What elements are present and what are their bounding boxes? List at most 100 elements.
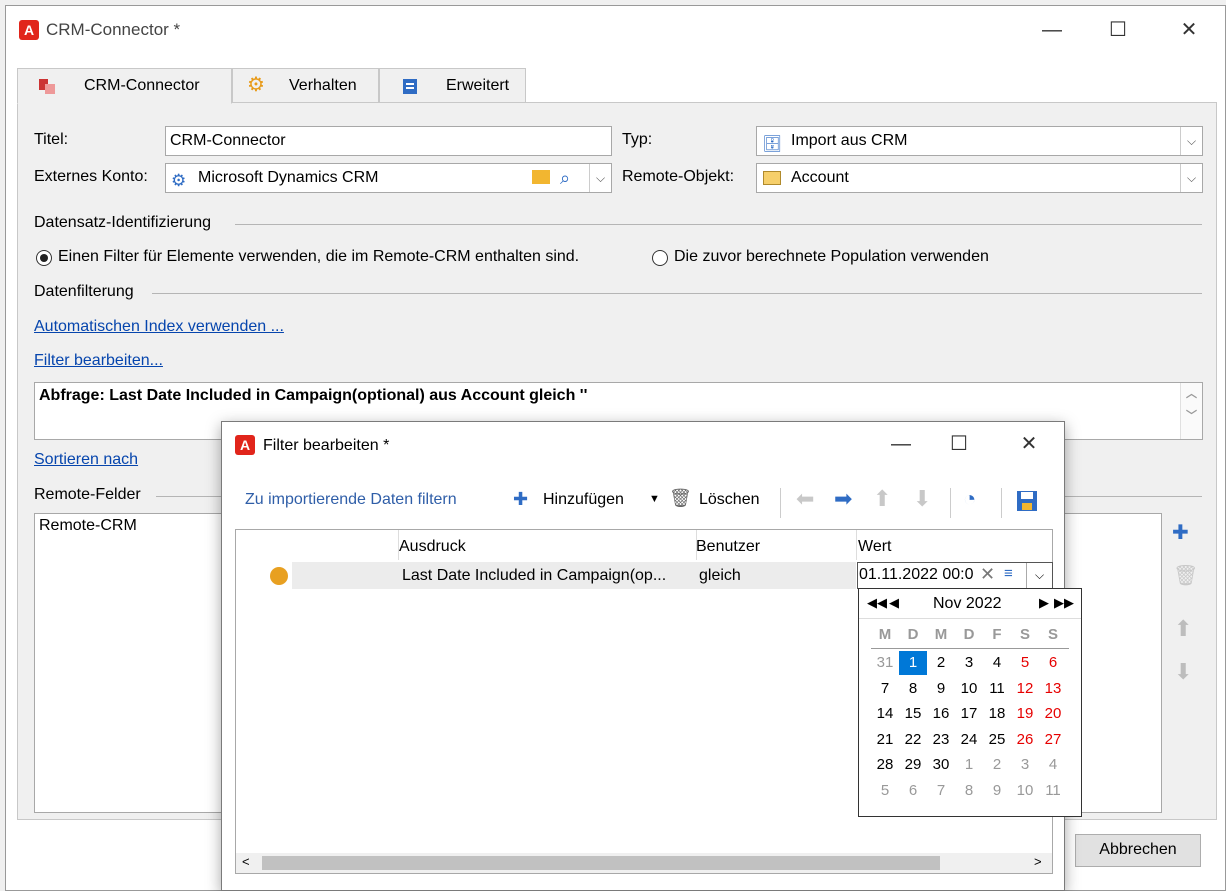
weekday-label: F	[992, 626, 1002, 643]
list-item[interactable]: Remote-CRM	[39, 517, 137, 534]
query-text: Abfrage: Last Date Included in Campaign(…	[39, 387, 588, 404]
dialog-close-button[interactable]: ✕	[1006, 426, 1052, 462]
calendar-day[interactable]: 6	[1039, 651, 1067, 675]
calendar-day[interactable]: 7	[927, 779, 955, 803]
calendar-day[interactable]: 8	[899, 677, 927, 701]
chevron-down-icon[interactable]: ⌵	[589, 164, 611, 192]
calendar-day[interactable]: 30	[927, 753, 955, 777]
calendar-day[interactable]: 27	[1039, 728, 1067, 752]
maximize-button[interactable]: ☐	[1095, 12, 1141, 48]
calendar-day[interactable]: 11	[1039, 779, 1067, 803]
filter-refresh-icon[interactable]: ◔	[963, 486, 976, 512]
add-icon[interactable]: ✚	[513, 489, 528, 510]
close-button[interactable]: ✕	[1166, 12, 1212, 48]
calendar-day[interactable]: 17	[955, 702, 983, 726]
calendar-day[interactable]: 12	[1011, 677, 1039, 701]
calendar-day[interactable]: 9	[983, 779, 1011, 803]
calendar-day[interactable]: 15	[899, 702, 927, 726]
calendar-day[interactable]: 11	[983, 677, 1011, 701]
arrow-right-icon[interactable]: ➡	[834, 486, 852, 512]
radio-population-option[interactable]	[652, 250, 668, 266]
tab-label: Erweitert	[446, 77, 510, 94]
next-month-icon[interactable]: ▶	[1039, 595, 1049, 611]
calendar-day[interactable]: 7	[871, 677, 899, 701]
dialog-minimize-button[interactable]: —	[878, 426, 924, 462]
calendar-day[interactable]: 5	[1011, 651, 1039, 675]
scroll-left-icon[interactable]: <	[242, 854, 250, 869]
row-expression[interactable]: Last Date Included in Campaign(op...	[402, 567, 666, 585]
calendar-day[interactable]: 22	[899, 728, 927, 752]
scroll-down-icon[interactable]: ﹀	[1181, 405, 1202, 427]
calendar-day[interactable]: 6	[899, 779, 927, 803]
scroll-thumb[interactable]	[262, 856, 940, 870]
column-header-value[interactable]: Wert	[858, 538, 891, 556]
calendar-day[interactable]: 3	[955, 651, 983, 675]
folder-icon[interactable]	[532, 170, 550, 184]
dropdown-arrow-icon[interactable]: ▼	[649, 493, 660, 505]
calendar-day[interactable]: 2	[983, 753, 1011, 777]
calendar-day[interactable]: 28	[871, 753, 899, 777]
calendar-day[interactable]: 1	[899, 651, 927, 675]
next-year-icon[interactable]: ▶▶	[1054, 595, 1074, 611]
calendar-day[interactable]: 4	[983, 651, 1011, 675]
title-input[interactable]: CRM-Connector	[165, 126, 612, 156]
calendar-day[interactable]: 8	[955, 779, 983, 803]
prev-month-icon[interactable]: ◀	[889, 595, 899, 611]
chevron-down-icon[interactable]: ⌵	[1180, 164, 1202, 192]
type-select[interactable]: 🗄 Import aus CRM ⌵	[756, 126, 1203, 156]
calendar-day[interactable]: 24	[955, 728, 983, 752]
calendar-day[interactable]: 13	[1039, 677, 1067, 701]
save-icon[interactable]	[1016, 490, 1038, 512]
edit-filter-link[interactable]: Filter bearbeiten...	[34, 352, 163, 370]
scrollbar[interactable]: ︿ ﹀	[1180, 383, 1202, 439]
calendar-day[interactable]: 3	[1011, 753, 1039, 777]
chevron-down-icon[interactable]: ⌵	[1180, 127, 1202, 155]
calendar-day[interactable]: 21	[871, 728, 899, 752]
scroll-up-icon[interactable]: ︿	[1181, 383, 1202, 405]
sort-by-link[interactable]: Sortieren nach	[34, 451, 138, 469]
calendar-day[interactable]: 18	[983, 702, 1011, 726]
list-icon[interactable]: ≡	[1004, 565, 1013, 582]
calendar-day[interactable]: 25	[983, 728, 1011, 752]
chevron-down-icon[interactable]: ⌵	[1026, 563, 1052, 588]
minimize-button[interactable]: —	[1029, 12, 1075, 48]
calendar-day[interactable]: 4	[1039, 753, 1067, 777]
calendar-month-label: Nov 2022	[933, 595, 1002, 612]
tab-erweitert[interactable]: Erweitert	[379, 68, 526, 103]
scroll-right-icon[interactable]: >	[1034, 854, 1042, 869]
calendar-day[interactable]: 1	[955, 753, 983, 777]
calendar-day[interactable]: 16	[927, 702, 955, 726]
calendar-day[interactable]: 31	[871, 651, 899, 675]
calendar-day[interactable]: 9	[927, 677, 955, 701]
calendar-day[interactable]: 23	[927, 728, 955, 752]
radio-filter-option[interactable]	[36, 250, 52, 266]
calendar-day[interactable]: 5	[871, 779, 899, 803]
tab-verhalten[interactable]: ⚙ Verhalten	[232, 68, 379, 103]
search-icon[interactable]: ⌕	[560, 164, 570, 192]
remote-object-select[interactable]: Account ⌵	[756, 163, 1203, 193]
trash-icon[interactable]: 🗑	[669, 488, 692, 509]
calendar-day[interactable]: 19	[1011, 702, 1039, 726]
cancel-button[interactable]: Abbrechen	[1075, 834, 1201, 867]
column-header-expression[interactable]: Ausdruck	[399, 538, 466, 556]
column-header-operator[interactable]: Benutzer	[696, 538, 760, 556]
calendar-day[interactable]: 10	[955, 677, 983, 701]
clear-icon[interactable]: ✕	[980, 564, 995, 585]
delete-button[interactable]: Löschen	[699, 491, 760, 509]
account-select[interactable]: ⚙ Microsoft Dynamics CRM ⌕ ⌵	[165, 163, 612, 193]
tab-crm-connector[interactable]: CRM-Connector	[17, 68, 232, 104]
prev-year-icon[interactable]: ◀◀	[867, 595, 887, 611]
value-date-input[interactable]: 01.11.2022 00:0 ✕ ≡ ⌵	[857, 562, 1053, 589]
add-field-icon[interactable]: ✚	[1172, 520, 1189, 545]
dialog-maximize-button[interactable]: ☐	[936, 426, 982, 462]
row-operator[interactable]: gleich	[699, 567, 741, 585]
calendar-day[interactable]: 26	[1011, 728, 1039, 752]
calendar-day[interactable]: 2	[927, 651, 955, 675]
calendar-day[interactable]: 20	[1039, 702, 1067, 726]
add-button[interactable]: Hinzufügen	[543, 491, 624, 509]
calendar-day[interactable]: 14	[871, 702, 899, 726]
auto-index-link[interactable]: Automatischen Index verwenden ...	[34, 318, 284, 336]
calendar-day[interactable]: 29	[899, 753, 927, 777]
horizontal-scrollbar[interactable]: < >	[236, 853, 1052, 873]
calendar-day[interactable]: 10	[1011, 779, 1039, 803]
